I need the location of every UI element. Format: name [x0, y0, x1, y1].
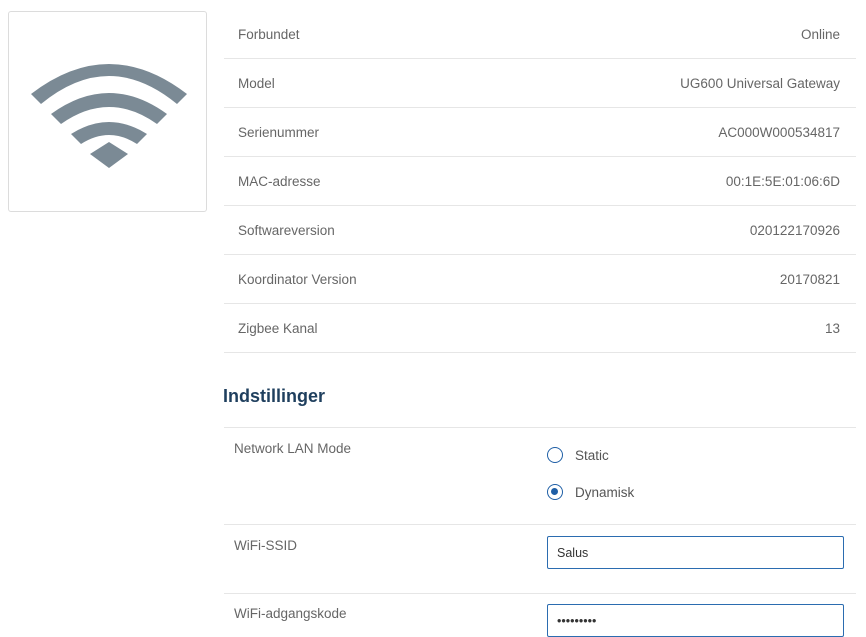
ssid-input[interactable] — [547, 536, 844, 569]
radio-static-indicator[interactable] — [547, 447, 563, 463]
wifi-icon — [31, 64, 187, 168]
radio-static[interactable]: Static — [547, 447, 609, 463]
info-label: Koordinator Version — [238, 271, 357, 287]
info-label: Zigbee Kanal — [238, 320, 318, 336]
info-row-connected: Forbundet Online — [224, 10, 856, 59]
device-image-card — [8, 11, 207, 212]
info-value: AC000W000534817 — [718, 124, 840, 140]
settings-heading: Indstillinger — [223, 386, 326, 406]
info-row-coordinator: Koordinator Version 20170821 — [224, 255, 856, 304]
radio-dynamic-label: Dynamisk — [575, 484, 635, 500]
settings-form: Network LAN Mode Static Dynamisk WiFi-SS… — [224, 427, 856, 637]
info-value: UG600 Universal Gateway — [680, 75, 840, 91]
gateway-settings-page: Forbundet Online Model UG600 Universal G… — [0, 0, 866, 637]
info-label: Model — [238, 75, 275, 91]
radio-dynamic[interactable]: Dynamisk — [547, 484, 634, 500]
info-value: 13 — [824, 320, 840, 336]
info-value: 00:1E:5E:01:06:6D — [725, 173, 840, 189]
info-label: Softwareversion — [238, 222, 335, 238]
info-row-software: Softwareversion 020122170926 — [224, 206, 856, 255]
radio-static-label: Static — [575, 447, 609, 463]
ssid-row: WiFi-SSID — [224, 525, 856, 594]
info-row-serial: Serienummer AC000W000534817 — [224, 108, 856, 157]
info-row-model: Model UG600 Universal Gateway — [224, 59, 856, 108]
lan-mode-row: Network LAN Mode Static Dynamisk — [224, 428, 856, 525]
password-label: WiFi-adgangskode — [234, 606, 347, 621]
ssid-label: WiFi-SSID — [234, 538, 297, 553]
device-info-table: Forbundet Online Model UG600 Universal G… — [224, 10, 856, 353]
info-value: 20170821 — [779, 271, 840, 287]
password-input[interactable] — [547, 604, 844, 637]
info-label: MAC-adresse — [238, 173, 321, 189]
info-value: Online — [800, 26, 840, 42]
radio-dynamic-indicator[interactable] — [547, 484, 563, 500]
info-row-mac: MAC-adresse 00:1E:5E:01:06:6D — [224, 157, 856, 206]
lan-mode-label: Network LAN Mode — [234, 441, 352, 456]
password-row: WiFi-adgangskode — [224, 594, 856, 637]
info-row-zigbee: Zigbee Kanal 13 — [224, 304, 856, 353]
info-label: Serienummer — [238, 124, 320, 140]
info-label: Forbundet — [238, 26, 300, 42]
info-value: 020122170926 — [749, 222, 840, 238]
